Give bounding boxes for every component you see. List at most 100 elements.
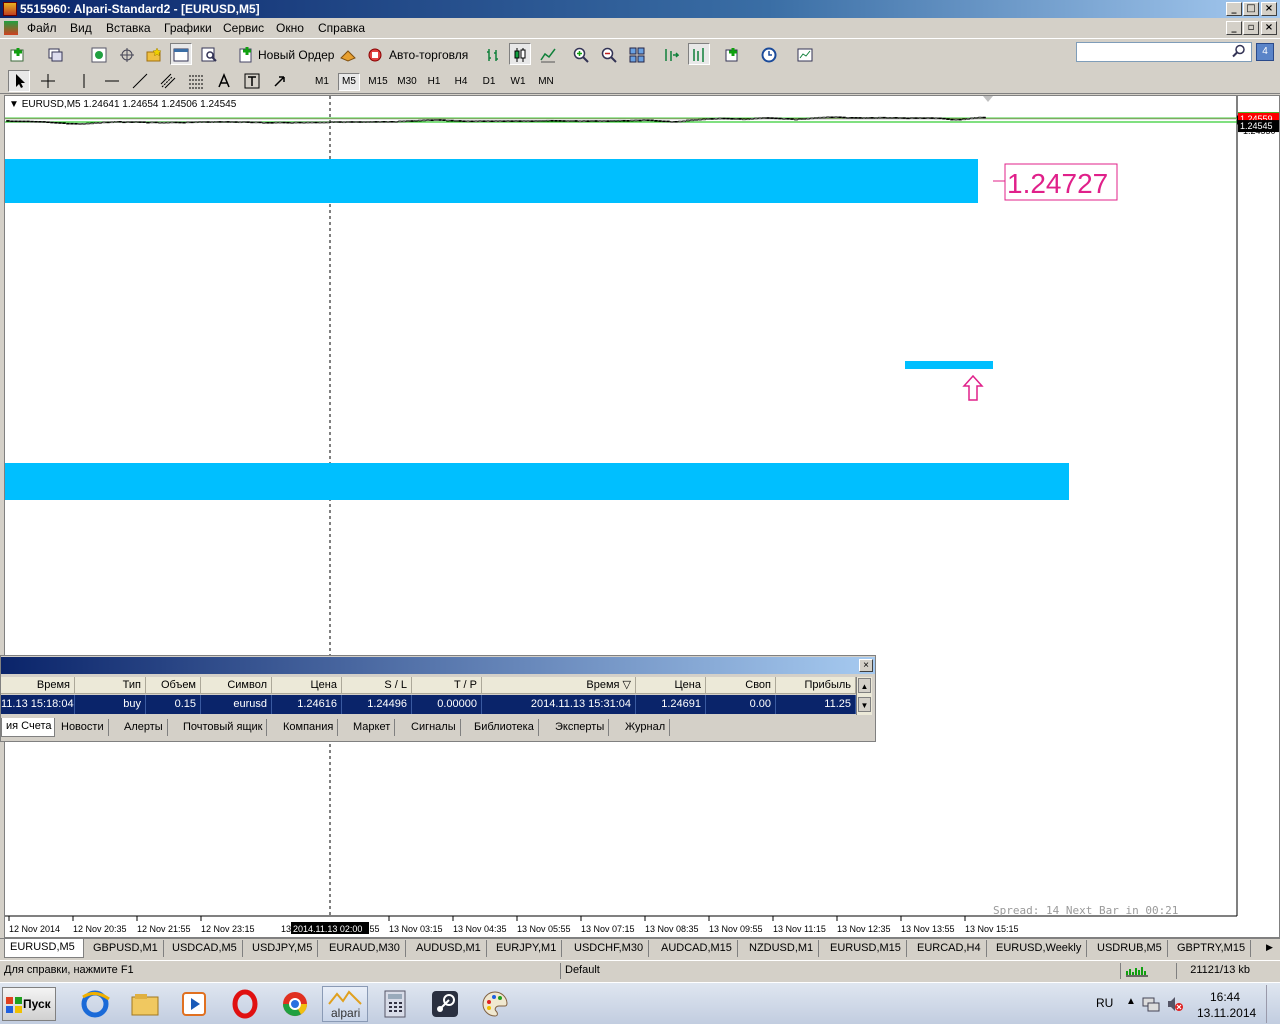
start-button[interactable]: Пуск xyxy=(2,987,56,1021)
timeframe-h4[interactable]: H4 xyxy=(450,73,472,91)
navigator-button[interactable] xyxy=(143,43,165,65)
chart-tabs-scroll-icon[interactable]: ▶ xyxy=(1266,942,1273,953)
cell-close-time[interactable]: 2014.11.13 15:31:04 xyxy=(482,695,636,714)
tab-market[interactable]: Маркет xyxy=(349,719,396,736)
tile-windows-button[interactable] xyxy=(626,43,648,65)
taskbar-paint[interactable] xyxy=(472,986,518,1022)
tab-news[interactable]: Новости xyxy=(57,719,109,736)
taskbar-opera[interactable] xyxy=(222,986,268,1022)
timeframe-m1[interactable]: M1 xyxy=(311,73,333,91)
doc-restore-button[interactable]: ▫ xyxy=(1243,21,1259,35)
candle-chart-button[interactable] xyxy=(509,43,531,65)
price-chart[interactable]: ▼ EURUSD,M5 1.24641 1.24654 1.24506 1.24… xyxy=(4,95,1280,938)
timeframe-mn[interactable]: MN xyxy=(534,73,558,91)
tray-volume-muted-icon[interactable] xyxy=(1166,995,1184,1013)
col-current-price[interactable]: Цена xyxy=(636,677,706,694)
chart-tab-nzdusd-m1[interactable]: NZDUSD,M1 xyxy=(744,940,820,957)
cell-swap[interactable]: 0.00 xyxy=(706,695,776,714)
periods-button[interactable] xyxy=(758,43,790,65)
menu-help[interactable]: Справка xyxy=(318,21,365,35)
cell-profit[interactable]: 11.25 xyxy=(776,695,856,714)
menu-tools[interactable]: Сервис xyxy=(223,21,264,35)
cell-open-time[interactable]: 11.13 15:18:04 xyxy=(1,695,75,714)
crosshair-tool[interactable] xyxy=(36,70,58,92)
tab-mailbox[interactable]: Почтовый ящик xyxy=(179,719,268,736)
fibonacci-tool[interactable] xyxy=(184,70,206,92)
tray-network-icon[interactable] xyxy=(1142,995,1160,1013)
new-order-button[interactable]: Новый Ордер xyxy=(234,43,334,65)
tab-library[interactable]: Библиотека xyxy=(470,719,539,736)
chart-tab-usdchf-m30[interactable]: USDCHF,M30 xyxy=(569,940,650,957)
cell-type[interactable]: buy xyxy=(75,695,146,714)
timeframe-m15[interactable]: M15 xyxy=(365,73,391,91)
terminal-scrollbar[interactable]: ▲ ▼ xyxy=(856,677,872,715)
horizontal-line-tool[interactable] xyxy=(100,70,122,92)
taskbar-explorer[interactable] xyxy=(122,986,168,1022)
taskbar-calculator[interactable] xyxy=(372,986,418,1022)
chart-tab-usdjpy-m5[interactable]: USDJPY,M5 xyxy=(247,940,319,957)
tab-signals[interactable]: Сигналы xyxy=(407,719,461,736)
strategy-tester-button[interactable] xyxy=(198,43,220,65)
chart-tab-audusd-m1[interactable]: AUDUSD,M1 xyxy=(411,940,487,957)
col-close-time[interactable]: Время ▽ xyxy=(482,677,636,694)
scroll-up-icon[interactable]: ▲ xyxy=(858,678,871,693)
chart-tab-usdcad-m5[interactable]: USDCAD,M5 xyxy=(167,940,243,957)
menu-charts[interactable]: Графики xyxy=(164,21,212,35)
col-take-profit[interactable]: T / P xyxy=(412,677,482,694)
timeframe-m5[interactable]: M5 xyxy=(338,73,360,91)
help-icon[interactable]: 4 xyxy=(1256,43,1274,61)
menu-insert[interactable]: Вставка xyxy=(106,21,151,35)
cell-symbol[interactable]: eurusd xyxy=(201,695,272,714)
col-profit[interactable]: Прибыль xyxy=(776,677,856,694)
chart-tab-eurjpy-m1[interactable]: EURJPY,M1 xyxy=(491,940,563,957)
chart-shift-button[interactable] xyxy=(688,43,710,65)
cell-open-price[interactable]: 1.24616 xyxy=(272,695,342,714)
terminal-close-button[interactable]: × xyxy=(859,659,873,672)
cell-take-profit[interactable]: 0.00000 xyxy=(412,695,482,714)
data-window-button[interactable] xyxy=(116,43,138,65)
tab-alerts[interactable]: Алерты xyxy=(120,719,168,736)
tray-expand-icon[interactable]: ▲ xyxy=(1126,996,1136,1007)
col-swap[interactable]: Своп xyxy=(706,677,776,694)
auto-trading-button[interactable]: Авто-торговля xyxy=(364,43,470,65)
col-type[interactable]: Тип xyxy=(75,677,146,694)
doc-close-button[interactable]: × xyxy=(1261,21,1277,35)
col-open-price[interactable]: Цена xyxy=(272,677,342,694)
zoom-in-button[interactable] xyxy=(570,43,592,65)
market-watch-button[interactable] xyxy=(88,43,110,65)
search-icon[interactable] xyxy=(1232,44,1246,58)
arrows-tool[interactable] xyxy=(268,70,298,92)
search-input[interactable] xyxy=(1076,42,1252,62)
menu-view[interactable]: Вид xyxy=(70,21,92,35)
chart-tab-eurusd-m5[interactable]: EURUSD,M5 xyxy=(4,939,84,958)
zoom-out-button[interactable] xyxy=(598,43,620,65)
tab-journal[interactable]: Журнал xyxy=(621,719,671,736)
bar-chart-button[interactable] xyxy=(482,43,504,65)
chart-canvas[interactable]: 1.247751.247501.247251.247001.246751.246… xyxy=(5,96,1280,938)
menu-window[interactable]: Окно xyxy=(276,21,304,35)
chart-tab-eurusd-m15[interactable]: EURUSD,M15 xyxy=(825,940,907,957)
taskbar-alpari[interactable]: alpari xyxy=(322,986,368,1022)
tray-language[interactable]: RU xyxy=(1096,996,1113,1010)
col-symbol[interactable]: Символ xyxy=(201,677,272,694)
timeframe-d1[interactable]: D1 xyxy=(478,73,500,91)
tab-experts[interactable]: Эксперты xyxy=(551,719,610,736)
timeframe-m30[interactable]: M30 xyxy=(394,73,420,91)
show-desktop-button[interactable] xyxy=(1266,985,1280,1023)
templates-button[interactable] xyxy=(794,43,826,65)
text-label-tool[interactable] xyxy=(240,70,262,92)
taskbar-ie[interactable] xyxy=(72,986,118,1022)
indicators-button[interactable] xyxy=(722,43,756,65)
taskbar-steam[interactable] xyxy=(422,986,468,1022)
profiles-button[interactable] xyxy=(44,43,74,65)
autoscroll-button[interactable] xyxy=(660,43,682,65)
chart-tab-eurusd-weekly[interactable]: EURUSD,Weekly xyxy=(991,940,1088,957)
chart-tab-gbptry-m15[interactable]: GBPTRY,M15 xyxy=(1172,940,1252,957)
chart-collapse-icon[interactable]: ▼ xyxy=(9,99,22,110)
chart-tab-usdrub-m5[interactable]: USDRUB,M5 xyxy=(1092,940,1168,957)
col-open-time[interactable]: Время xyxy=(1,677,75,694)
timeframe-w1[interactable]: W1 xyxy=(506,73,530,91)
scroll-down-icon[interactable]: ▼ xyxy=(858,697,871,712)
cursor-tool[interactable] xyxy=(8,70,30,92)
cell-current-price[interactable]: 1.24691 xyxy=(636,695,706,714)
